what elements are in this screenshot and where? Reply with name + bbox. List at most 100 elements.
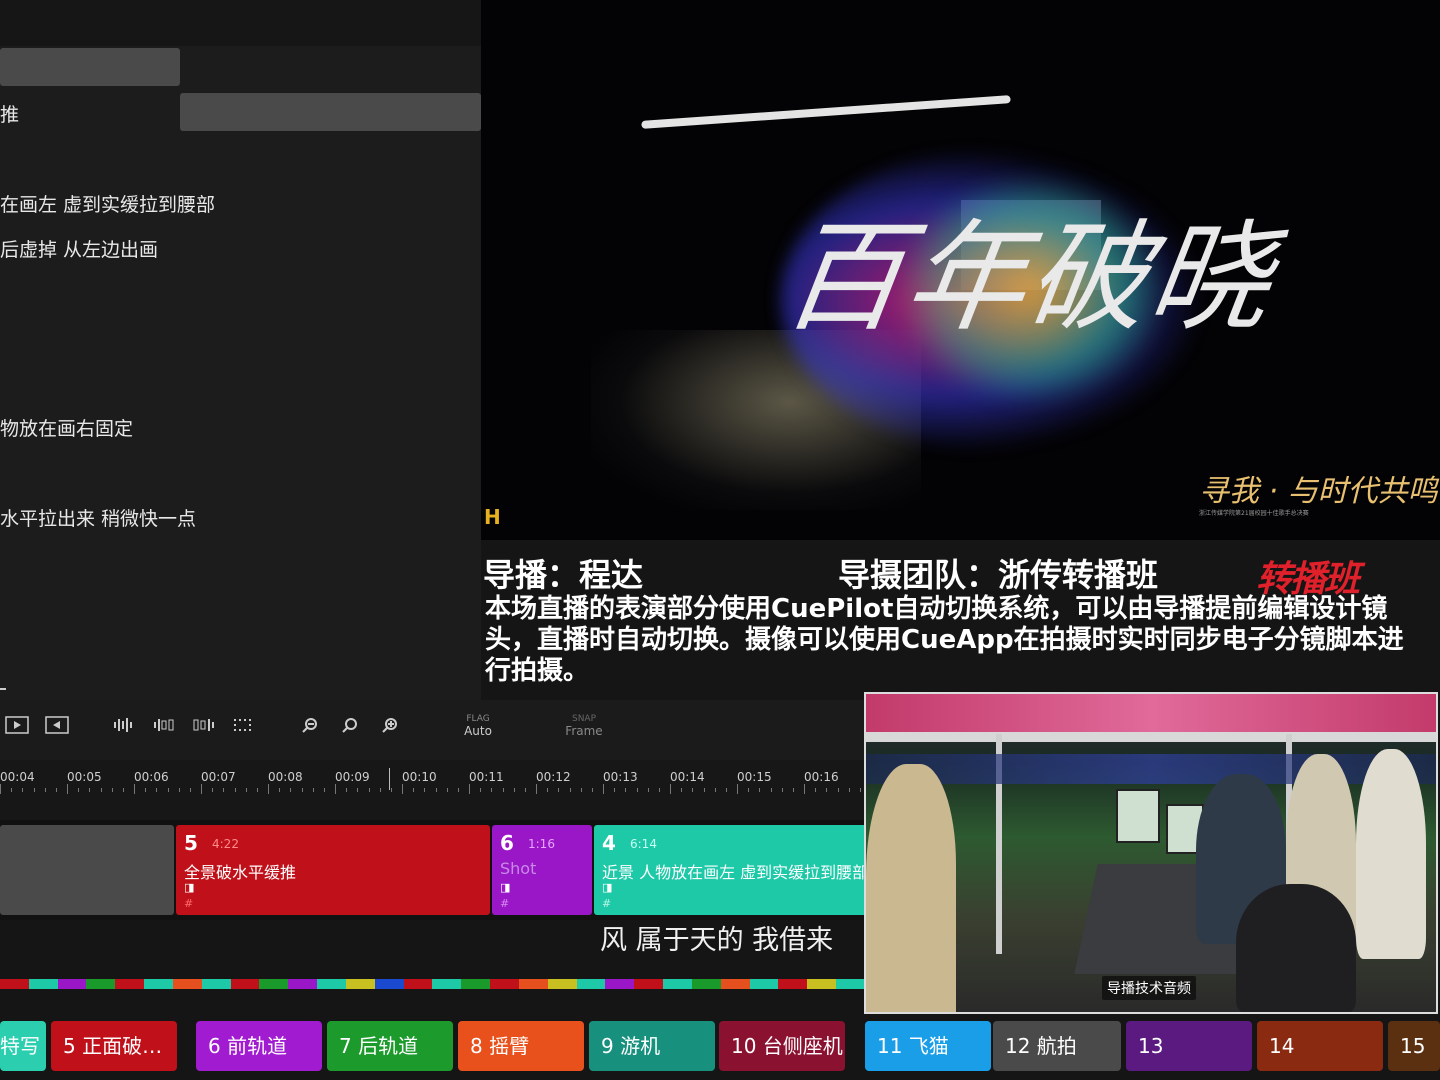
- time-tick: [201, 784, 202, 794]
- time-tick: [480, 788, 482, 792]
- video-slogan-sub: 浙江传媒学院第21届校园十佳歌手总决赛: [1199, 510, 1309, 517]
- credits-description: 本场直播的表演部分使用CuePilot自动切换系统，可以由导播提前编辑设计镜头，…: [485, 594, 1404, 686]
- waveform-icon[interactable]: [112, 716, 136, 736]
- camera-button[interactable]: 12 航拍: [993, 1021, 1121, 1071]
- shot-detail-field[interactable]: [180, 93, 481, 131]
- snap-value: Frame: [565, 724, 603, 738]
- shot-description: Shot: [500, 859, 537, 878]
- color-strip-segment: [345, 979, 375, 989]
- play-forward-icon[interactable]: [5, 716, 29, 736]
- flag-control[interactable]: FLAG Auto: [448, 714, 508, 738]
- pip-caption: 导播技术音频: [1102, 976, 1196, 1000]
- shot-block[interactable]: 6 1:16 Shot ◨ #: [492, 825, 592, 915]
- control-room-pip: 导播技术音频: [864, 692, 1438, 1014]
- time-tick: [223, 788, 225, 792]
- time-tick: [759, 788, 761, 792]
- script-line[interactable]: 推: [0, 100, 19, 127]
- zoom-reset-icon[interactable]: [338, 716, 362, 736]
- camera-button[interactable]: 特写: [0, 1021, 46, 1071]
- play-back-icon[interactable]: [45, 716, 69, 736]
- shot-duration: 1:16: [528, 837, 555, 851]
- time-tick-label: 00:06: [134, 770, 169, 784]
- snap-control[interactable]: SNAP Frame: [554, 714, 614, 738]
- script-line[interactable]: 在画左 虚到实缓拉到腰部: [0, 190, 215, 217]
- color-strip-segment: [230, 979, 260, 989]
- time-tick: [848, 788, 850, 792]
- pip-person: [866, 764, 956, 1012]
- script-line[interactable]: 物放在画右固定: [0, 414, 133, 441]
- script-panel-header: [0, 0, 481, 46]
- waveform-left-icon[interactable]: [152, 716, 176, 736]
- shot-block[interactable]: 4 6:14 近景 人物放在画左 虚到实缓拉到腰部 ◨ #: [594, 825, 865, 915]
- time-tick: [301, 788, 303, 792]
- shot-description: 全景破水平缓推: [184, 863, 297, 882]
- color-strip-segment: [634, 979, 664, 989]
- camera-button-label: 12 航拍: [1005, 1034, 1077, 1058]
- script-line[interactable]: 后虚掉 从左边出画: [0, 235, 158, 262]
- shot-name-field[interactable]: [0, 48, 180, 86]
- camera-button[interactable]: 10 台侧座机: [719, 1021, 845, 1071]
- camera-button[interactable]: 13: [1126, 1021, 1252, 1071]
- time-tick: [737, 784, 738, 794]
- shot-camera-icon: ◨: [500, 881, 511, 894]
- time-tick: [178, 788, 180, 792]
- time-tick: [647, 788, 649, 792]
- time-tick: [212, 788, 214, 792]
- color-strip-segment: [691, 979, 721, 989]
- time-tick: [279, 788, 281, 792]
- zoom-out-icon[interactable]: [298, 716, 322, 736]
- color-strip-segment: [57, 979, 87, 989]
- time-tick: [134, 784, 135, 794]
- shot-camera-icon: ◨: [184, 881, 195, 894]
- time-tick-label: 00:12: [536, 770, 571, 784]
- camera-button-label: 8 摇臂: [470, 1034, 530, 1058]
- time-tick: [446, 788, 448, 792]
- color-strip-segment: [144, 979, 173, 989]
- shot-block-previous[interactable]: [0, 825, 174, 915]
- time-tick: [569, 788, 571, 792]
- time-tick-label: 00:09: [335, 770, 370, 784]
- camera-button[interactable]: 5 正面破…: [51, 1021, 177, 1071]
- time-tick: [491, 788, 493, 792]
- color-strip-segment: [28, 979, 58, 989]
- camera-button[interactable]: 8 摇臂: [458, 1021, 584, 1071]
- shot-tag: #: [184, 897, 194, 910]
- zoom-in-icon[interactable]: [378, 716, 402, 736]
- time-tick: [413, 788, 415, 792]
- color-strip-segment: [836, 979, 865, 989]
- time-tick-label: 00:08: [268, 770, 303, 784]
- time-tick: [290, 788, 292, 792]
- shot-tag: #: [602, 897, 612, 910]
- camera-button[interactable]: 9 游机: [589, 1021, 715, 1071]
- time-tick: [67, 784, 68, 794]
- script-line[interactable]: 水平拉出来 稍微快一点: [0, 504, 196, 531]
- color-strip-segment: [461, 979, 491, 989]
- time-tick: [670, 784, 671, 794]
- camera-button[interactable]: 15: [1388, 1021, 1440, 1071]
- shot-number: 6: [500, 831, 514, 855]
- time-tick: [234, 788, 236, 792]
- waveform-right-icon[interactable]: [192, 716, 216, 736]
- pip-tent-edge: [866, 732, 1436, 742]
- camera-button[interactable]: 14: [1257, 1021, 1383, 1071]
- shot-block[interactable]: 5 4:22 全景破水平缓推 ◨ #: [176, 825, 490, 915]
- time-tick-label: 00:04: [0, 770, 35, 784]
- video-slogan: 寻我 · 与时代共鸣: [1199, 474, 1438, 509]
- time-tick: [55, 788, 57, 792]
- camera-button[interactable]: 7 后轨道: [327, 1021, 453, 1071]
- time-tick: [357, 788, 359, 792]
- channel-logo: H: [484, 505, 501, 529]
- timeline-ruler[interactable]: 00:04 00:05 00:06 00:07 00:08 00:09 00:10 00:11…: [0, 760, 879, 820]
- camera-button-label: 10 台侧座机: [731, 1034, 843, 1058]
- pip-monitor: [1116, 789, 1160, 843]
- camera-button-label: 5 正面破…: [63, 1034, 163, 1058]
- playhead[interactable]: [389, 768, 390, 790]
- camera-button[interactable]: 11 飞猫: [865, 1021, 991, 1071]
- time-tick: [457, 788, 459, 792]
- time-tick: [145, 788, 147, 792]
- camera-button[interactable]: 6 前轨道: [196, 1021, 322, 1071]
- time-tick: [524, 788, 526, 792]
- grid-icon[interactable]: [232, 716, 256, 736]
- time-tick: [703, 788, 705, 792]
- time-tick: [603, 784, 604, 794]
